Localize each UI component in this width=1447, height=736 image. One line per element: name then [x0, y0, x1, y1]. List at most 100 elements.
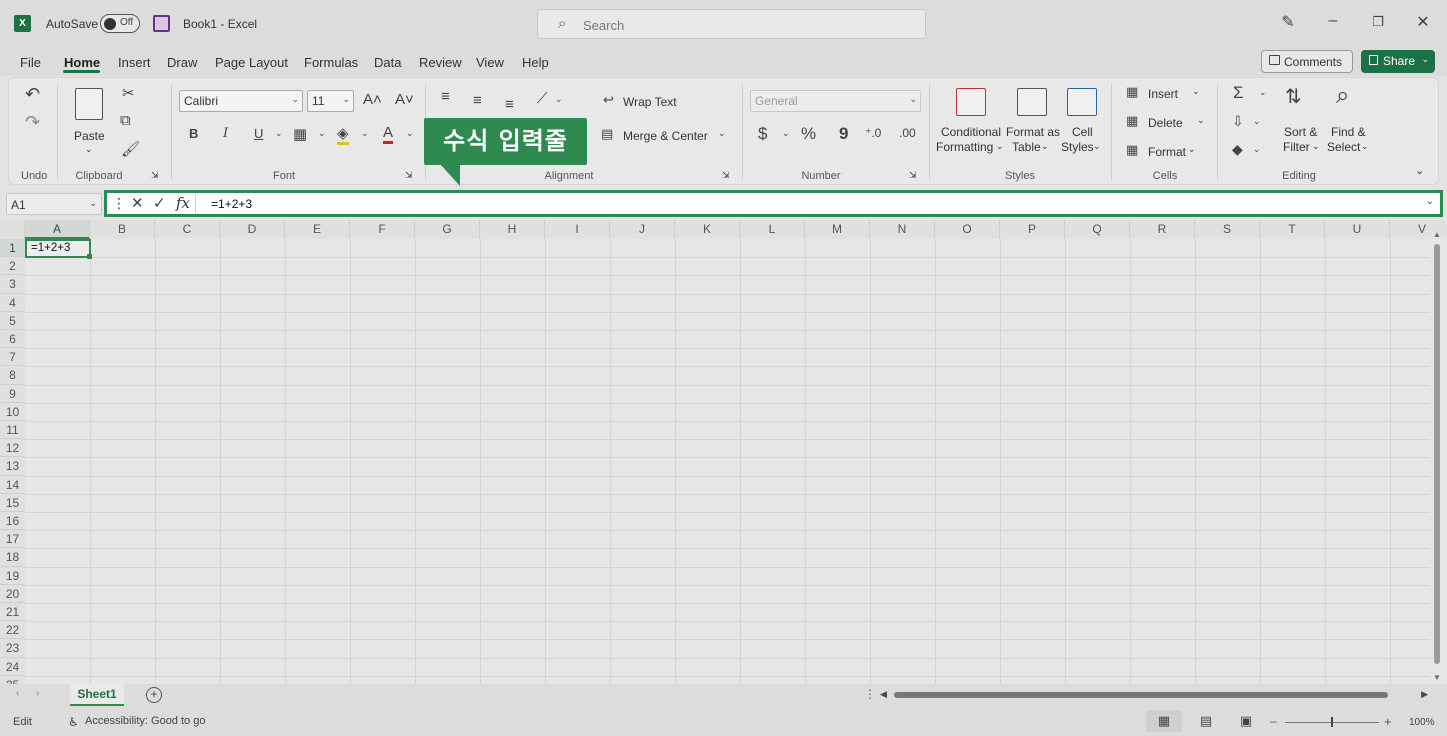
page-break-view-button[interactable]: ▣: [1228, 710, 1264, 732]
column-header[interactable]: S: [1195, 220, 1260, 239]
chevron-down-icon[interactable]: ⌄: [1197, 115, 1205, 126]
cell-styles-label-2[interactable]: Styles: [1061, 140, 1094, 154]
cut-icon[interactable]: ✂: [122, 84, 135, 102]
undo-icon[interactable]: ↶: [25, 84, 40, 105]
decrease-decimal-icon[interactable]: .00: [899, 126, 916, 140]
comma-style-icon[interactable]: 9: [839, 124, 848, 144]
chevron-down-icon[interactable]: ⌄: [1312, 141, 1320, 152]
select-all-corner[interactable]: [0, 220, 25, 239]
column-header[interactable]: M: [805, 220, 870, 239]
page-layout-view-button[interactable]: ▤: [1188, 710, 1224, 732]
chevron-down-icon[interactable]: ⌄: [1259, 87, 1267, 98]
vertical-scrollbar[interactable]: ▲ ▼: [1432, 230, 1442, 682]
chevron-down-icon[interactable]: ⌄: [1426, 196, 1434, 207]
vertical-scroll-thumb[interactable]: [1434, 244, 1440, 664]
column-header[interactable]: J: [610, 220, 675, 239]
row-header[interactable]: 1: [0, 239, 25, 258]
row-header[interactable]: 19: [0, 566, 25, 585]
percent-icon[interactable]: %: [801, 124, 816, 144]
row-header[interactable]: 4: [0, 293, 25, 312]
wrap-text-icon[interactable]: ↩: [603, 92, 614, 108]
copy-icon[interactable]: ⧉: [120, 112, 131, 129]
column-header[interactable]: R: [1130, 220, 1195, 239]
chevron-down-icon[interactable]: ⌄: [85, 144, 93, 155]
conditional-formatting-icon[interactable]: [956, 88, 986, 116]
next-sheet-icon[interactable]: ›: [36, 688, 39, 699]
sort-filter-icon[interactable]: ⇅: [1285, 84, 1302, 109]
row-header[interactable]: 10: [0, 402, 25, 421]
bold-button[interactable]: B: [189, 126, 198, 141]
chevron-down-icon[interactable]: ⌄: [1192, 86, 1200, 97]
increase-font-icon[interactable]: A˄: [363, 91, 382, 108]
column-header[interactable]: F: [350, 220, 415, 239]
column-header[interactable]: O: [935, 220, 1000, 239]
borders-icon[interactable]: ▦: [293, 125, 307, 143]
align-bottom-icon[interactable]: ≡: [505, 96, 514, 113]
column-header[interactable]: E: [285, 220, 350, 239]
align-top-icon[interactable]: ≡: [441, 88, 450, 105]
cell-styles-label-1[interactable]: Cell: [1072, 125, 1093, 139]
column-header[interactable]: D: [220, 220, 285, 239]
row-header[interactable]: 2: [0, 257, 25, 276]
font-color-icon[interactable]: A: [383, 124, 394, 144]
chevron-down-icon[interactable]: ⌄: [275, 128, 283, 139]
minimize-button[interactable]: –: [1321, 12, 1345, 30]
cell-styles-icon[interactable]: [1067, 88, 1097, 116]
zoom-in-icon[interactable]: +: [1384, 714, 1392, 729]
tab-view[interactable]: View: [476, 55, 504, 70]
column-header[interactable]: K: [675, 220, 740, 239]
conditional-formatting-label-1[interactable]: Conditional: [940, 125, 1002, 139]
row-header[interactable]: 18: [0, 548, 25, 567]
conditional-formatting-label-2[interactable]: Formatting: [936, 140, 993, 154]
column-header[interactable]: L: [740, 220, 805, 239]
dialog-launcher-icon[interactable]: ⇲: [909, 170, 917, 181]
zoom-slider-thumb[interactable]: [1331, 717, 1333, 727]
decrease-font-icon[interactable]: A˅: [395, 91, 414, 108]
row-header[interactable]: 22: [0, 621, 25, 640]
increase-decimal-icon[interactable]: ⁺.0: [865, 126, 881, 140]
accessibility-status[interactable]: ♿ Accessibility: Good to go: [68, 715, 205, 729]
row-header[interactable]: 14: [0, 475, 25, 494]
chevron-down-icon[interactable]: ⌄: [89, 198, 97, 209]
column-header[interactable]: C: [155, 220, 220, 239]
previous-sheet-icon[interactable]: ‹: [16, 688, 19, 699]
row-header[interactable]: 5: [0, 311, 25, 330]
fill-handle[interactable]: [87, 254, 92, 259]
sort-filter-label-2[interactable]: Filter: [1283, 140, 1310, 154]
tab-help[interactable]: Help: [522, 55, 549, 70]
italic-button[interactable]: I: [223, 126, 228, 141]
close-button[interactable]: ✕: [1411, 12, 1435, 32]
column-header[interactable]: U: [1325, 220, 1390, 239]
row-header[interactable]: 9: [0, 384, 25, 403]
tab-insert[interactable]: Insert: [118, 55, 151, 70]
cancel-icon[interactable]: ✕: [131, 194, 144, 212]
chevron-down-icon[interactable]: ⌄: [1361, 141, 1369, 152]
row-header[interactable]: 23: [0, 639, 25, 658]
search-input[interactable]: ⌕ Search: [537, 9, 926, 39]
horizontal-scroll-thumb[interactable]: [894, 692, 1388, 698]
format-cells-icon[interactable]: ▦: [1126, 142, 1138, 158]
row-header[interactable]: 21: [0, 603, 25, 622]
column-header[interactable]: T: [1260, 220, 1325, 239]
delete-cells-icon[interactable]: ▦: [1126, 113, 1138, 129]
tab-draw[interactable]: Draw: [167, 55, 197, 70]
scroll-left-icon[interactable]: ◀: [880, 689, 887, 700]
tab-data[interactable]: Data: [374, 55, 401, 70]
currency-icon[interactable]: $: [758, 124, 767, 144]
chevron-down-icon[interactable]: ⌄: [1093, 141, 1101, 152]
tab-file[interactable]: File: [20, 55, 41, 70]
fill-color-icon[interactable]: ◈: [337, 124, 349, 145]
row-header[interactable]: 12: [0, 439, 25, 458]
chevron-down-icon[interactable]: ⌄: [1041, 141, 1049, 152]
row-header[interactable]: 11: [0, 421, 25, 440]
scroll-up-icon[interactable]: ▲: [1433, 230, 1441, 239]
delete-cells-button[interactable]: Delete: [1148, 116, 1183, 130]
column-header[interactable]: N: [870, 220, 935, 239]
zoom-level[interactable]: 100%: [1409, 717, 1435, 728]
zoom-out-icon[interactable]: –: [1270, 714, 1277, 728]
column-header[interactable]: A: [25, 220, 90, 239]
collapse-ribbon-icon[interactable]: ⌄: [1415, 164, 1424, 177]
column-header[interactable]: H: [480, 220, 545, 239]
chevron-down-icon[interactable]: ⌄: [555, 94, 563, 105]
wrap-text-button[interactable]: Wrap Text: [623, 95, 677, 109]
